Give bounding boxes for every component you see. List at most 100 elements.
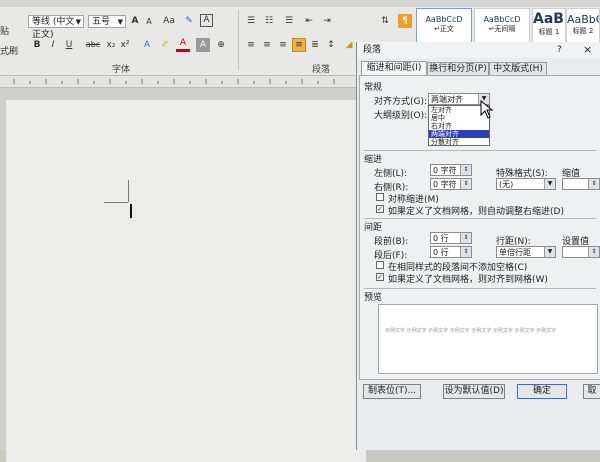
tab-indents-spacing[interactable]: 缩进和间距(I): [361, 61, 427, 76]
numbering-icon[interactable]: ☷: [262, 14, 276, 28]
justify-icon[interactable]: ≡: [292, 38, 306, 52]
separator: [364, 150, 596, 151]
spinner-icon[interactable]: ⇕: [460, 179, 471, 189]
indent-by-spinner[interactable]: ⇕: [562, 178, 600, 190]
alignment-option-right[interactable]: 右对齐: [429, 122, 489, 130]
right-indent-spinner[interactable]: 0 字符 ⇕: [430, 178, 472, 190]
no-space-same-style-checkbox[interactable]: [376, 261, 384, 269]
text-effects-icon[interactable]: A: [140, 38, 154, 52]
help-button[interactable]: ?: [557, 42, 562, 58]
tab-line-page-breaks[interactable]: 换行和分页(P): [427, 62, 489, 75]
spinner-icon[interactable]: ⇕: [460, 165, 471, 175]
spacing-at-spinner[interactable]: ⇕: [562, 246, 600, 258]
font-name-value: 等线 (中文正文): [32, 17, 75, 40]
chevron-down-icon[interactable]: ▼: [76, 16, 81, 29]
style-label: 标题 1: [538, 28, 560, 36]
tabs-button[interactable]: 制表位(T)...: [363, 384, 421, 399]
spacing-before-value: 0 行: [433, 234, 449, 243]
increase-indent-icon[interactable]: ⇥: [320, 14, 334, 28]
align-left-icon[interactable]: ≡: [244, 38, 258, 52]
auto-adjust-indent-label: 如果定义了文档网格，则自动调整右缩进(D): [388, 207, 564, 217]
text-cursor: [130, 204, 132, 218]
special-indent-select[interactable]: (无) ▼: [496, 178, 556, 190]
font-name-combo[interactable]: 等线 (中文正文) ▼: [28, 15, 84, 40]
shading-icon[interactable]: ◢: [342, 38, 356, 52]
strikethrough-button[interactable]: abc: [84, 38, 102, 52]
alignment-option-justify[interactable]: 两端对齐: [429, 130, 489, 138]
mouse-pointer-icon: [480, 100, 494, 119]
font-color-icon[interactable]: A: [176, 38, 190, 52]
superscript-button[interactable]: x²: [118, 38, 132, 52]
subscript-button[interactable]: x₂: [104, 38, 118, 52]
alignment-option-distributed[interactable]: 分散对齐: [429, 138, 489, 146]
outline-level-label: 大纲级别(O):: [374, 111, 428, 121]
enclose-char-icon[interactable]: ⊕: [214, 38, 228, 52]
preview-section-header: 预览: [364, 293, 383, 303]
bold-button[interactable]: B: [30, 38, 44, 52]
highlight-icon[interactable]: ✐: [158, 38, 172, 52]
right-indent-value: 0 字符: [433, 180, 457, 189]
line-spacing-value: 单倍行距: [499, 248, 531, 257]
align-right-icon[interactable]: ≡: [276, 38, 290, 52]
separator: [364, 218, 596, 219]
style-sample: AaBl: [533, 11, 566, 27]
left-indent-label: 左侧(L):: [374, 169, 408, 179]
close-button[interactable]: ×: [583, 42, 592, 58]
format-painter-label[interactable]: 式刷: [0, 44, 18, 57]
show-marks-icon[interactable]: ¶: [398, 14, 412, 28]
chevron-down-icon[interactable]: ▼: [544, 179, 555, 189]
set-default-button[interactable]: 设为默认值(D): [443, 384, 505, 399]
group-divider: [238, 10, 239, 70]
clear-format-icon[interactable]: ✎: [182, 14, 196, 28]
separator: [364, 288, 596, 289]
mirror-indent-checkbox[interactable]: [376, 193, 384, 201]
change-case-button[interactable]: Aa: [162, 14, 176, 28]
italic-button[interactable]: I: [46, 38, 60, 52]
multilevel-list-icon[interactable]: ☰: [282, 14, 296, 28]
dialog-tab-panel: 常规 对齐方式(G): 两端对齐 ▼ 左对齐 居中 右对齐 两端对齐 分散对齐 …: [359, 75, 600, 380]
dialog-title: 段落: [363, 45, 382, 55]
sort-icon[interactable]: ⇅: [378, 14, 392, 28]
spinner-icon[interactable]: ⇕: [460, 233, 471, 243]
special-indent-value: (无): [499, 180, 514, 189]
font-group-label: 字体: [112, 65, 131, 75]
left-indent-spinner[interactable]: 0 字符 ⇕: [430, 164, 472, 176]
tab-asian-typography[interactable]: 中文版式(H): [489, 62, 547, 75]
spinner-icon[interactable]: ⇕: [460, 247, 471, 257]
phonetic-guide-button[interactable]: A: [200, 14, 213, 27]
font-size-combo[interactable]: 五号 ▼: [88, 15, 126, 28]
char-shading-icon[interactable]: A: [196, 38, 210, 52]
snap-to-grid-label: 如果定义了文档网格，则对齐到网格(W): [388, 275, 548, 285]
align-center-icon[interactable]: ≡: [260, 38, 274, 52]
preview-box: 示例文字 示例文字 示例文字 示例文字 示例文字 示例文字 示例文字 示例文字: [378, 304, 598, 374]
line-spacing-select[interactable]: 单倍行距 ▼: [496, 246, 556, 258]
auto-adjust-indent-checkbox[interactable]: ✓: [376, 205, 384, 213]
spinner-icon[interactable]: ⇕: [588, 247, 599, 257]
chevron-down-icon[interactable]: ▼: [118, 16, 123, 29]
ok-button[interactable]: 确定: [517, 384, 567, 399]
cancel-button[interactable]: 取: [583, 384, 600, 399]
paragraph-dialog: 段落 ? × 缩进和间距(I) 换行和分页(P) 中文版式(H) 常规 对齐方式…: [356, 42, 600, 450]
distributed-icon[interactable]: ≣: [308, 38, 322, 52]
indent-section-header: 缩进: [364, 155, 383, 165]
line-spacing-icon[interactable]: ↕: [324, 38, 338, 52]
spinner-icon[interactable]: ⇕: [588, 179, 599, 189]
snap-to-grid-checkbox[interactable]: ✓: [376, 273, 384, 281]
chevron-down-icon[interactable]: ▼: [544, 247, 555, 257]
bullets-icon[interactable]: ☰: [244, 14, 258, 28]
horizontal-ruler[interactable]: [0, 76, 360, 88]
underline-button[interactable]: U: [62, 38, 76, 52]
grow-font-button[interactable]: A: [128, 14, 142, 28]
margin-mark: [104, 202, 128, 203]
document-area: [0, 88, 366, 462]
spacing-before-spinner[interactable]: 0 行 ⇕: [430, 232, 472, 244]
left-indent-value: 0 字符: [433, 166, 457, 175]
paste-label[interactable]: 贴: [0, 24, 9, 37]
margin-mark: [128, 180, 129, 202]
spacing-section-header: 间距: [364, 223, 383, 233]
shrink-font-button[interactable]: A: [142, 15, 156, 29]
spacing-after-spinner[interactable]: 0 行 ⇕: [430, 246, 472, 258]
ribbon-tab-strip: [0, 0, 600, 7]
decrease-indent-icon[interactable]: ⇤: [302, 14, 316, 28]
document-page[interactable]: [6, 100, 366, 462]
